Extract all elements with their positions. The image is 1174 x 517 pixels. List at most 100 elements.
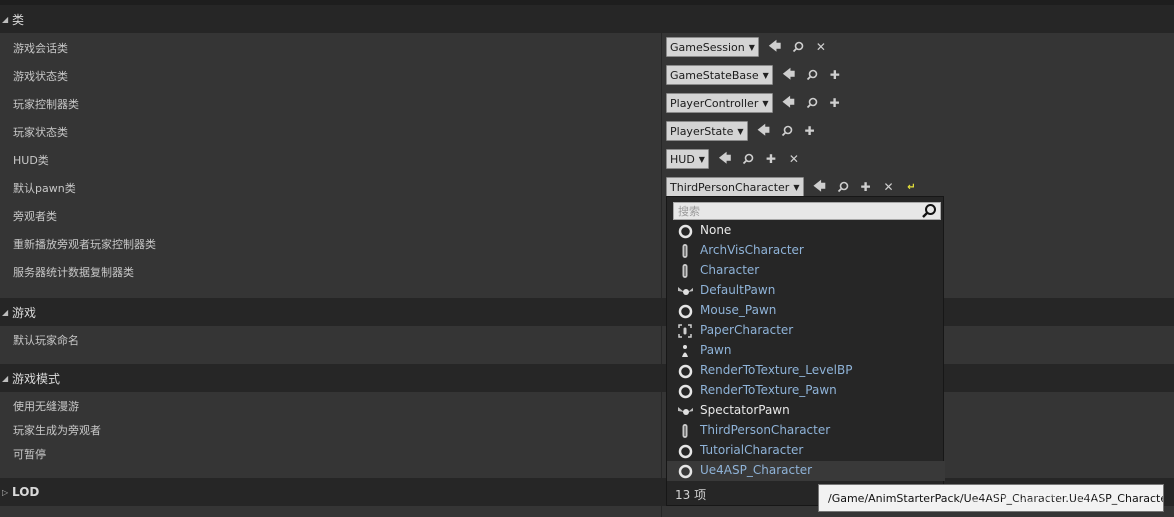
section-game-mode[interactable]: ◢ 游戏模式: [0, 364, 1174, 392]
item-label: ThirdPersonCharacter: [700, 423, 831, 437]
row-label: 可暂停: [13, 448, 46, 461]
list-item[interactable]: Pawn: [667, 341, 945, 361]
section-title: LOD: [12, 485, 40, 499]
pawn-wings-icon: [677, 403, 693, 419]
watermark: CSDN @Growthnotes: [970, 491, 1108, 506]
circle-icon: [677, 463, 693, 479]
list-item[interactable]: Ue4ASP_Character: [667, 461, 945, 481]
list-item[interactable]: ArchVisCharacter: [667, 241, 945, 261]
row-default-player-name: 默认玩家命名: [0, 325, 1174, 353]
add-icon[interactable]: ✚: [803, 124, 817, 138]
circle-icon: [677, 363, 693, 379]
row-default-pawn: 默认pawn类 ThirdPersonCharacter ▼ 🡄 ✚ ✕ ↵: [0, 173, 1174, 201]
collapse-triangle-icon[interactable]: ◢: [2, 15, 12, 24]
expand-triangle-icon[interactable]: ▷: [2, 488, 12, 497]
browse-icon[interactable]: [791, 40, 805, 54]
class-combo[interactable]: HUD ▼: [666, 149, 709, 169]
use-selected-icon[interactable]: 🡄: [757, 123, 771, 138]
use-selected-icon[interactable]: 🡄: [782, 67, 796, 82]
use-selected-icon[interactable]: 🡄: [782, 95, 796, 110]
row-label: 玩家控制器类: [13, 98, 79, 111]
class-list: None ArchVisCharacter Character DefaultP…: [667, 221, 945, 481]
class-combo[interactable]: GameStateBase ▼: [666, 65, 773, 85]
row-server-stat: 服务器统计数据复制器类: [0, 257, 1174, 285]
browse-icon[interactable]: [805, 68, 819, 82]
use-selected-icon[interactable]: 🡄: [813, 179, 827, 194]
browse-icon[interactable]: [741, 152, 755, 166]
item-label: Pawn: [700, 343, 732, 357]
row-label: 使用无缝漫游: [13, 400, 79, 413]
section-title: 游戏模式: [12, 371, 61, 386]
list-item[interactable]: RenderToTexture_LevelBP: [667, 361, 945, 381]
pawn-icon: [677, 343, 693, 359]
search-box[interactable]: [673, 202, 941, 220]
circle-icon: [677, 443, 693, 459]
dropdown-arrow-icon: ▼: [762, 98, 769, 108]
add-icon[interactable]: ✚: [859, 180, 873, 194]
list-item[interactable]: DefaultPawn: [667, 281, 945, 301]
circle-icon: [677, 303, 693, 319]
row-player-controller: 玩家控制器类 PlayerController ▼ 🡄 ✚: [0, 89, 1174, 117]
collapse-triangle-icon[interactable]: ◢: [2, 308, 12, 317]
row-game-session: 游戏会话类 GameSession ▼ 🡄 ✕: [0, 33, 1174, 61]
section-classes[interactable]: ◢ 类: [0, 5, 1174, 33]
row-label: 玩家生成为旁观者: [13, 424, 101, 437]
class-combo[interactable]: GameSession ▼: [666, 37, 759, 57]
row-label: 重新播放旁观者玩家控制器类: [13, 238, 156, 251]
item-label: ArchVisCharacter: [700, 243, 804, 257]
dropdown-arrow-icon: ▼: [737, 126, 744, 136]
circle-icon: [677, 383, 693, 399]
dropdown-arrow-icon: ▼: [793, 182, 800, 192]
paper-character-icon: [677, 323, 693, 339]
clear-icon[interactable]: ✕: [882, 180, 896, 194]
dropdown-arrow-icon: ▼: [698, 154, 705, 164]
circle-icon: [677, 223, 693, 239]
clear-icon[interactable]: ✕: [787, 152, 801, 166]
list-item[interactable]: Mouse_Pawn: [667, 301, 945, 321]
row-replay-spectator: 重新播放旁观者玩家控制器类: [0, 229, 1174, 257]
character-icon: [677, 243, 693, 259]
list-item[interactable]: PaperCharacter: [667, 321, 945, 341]
row-hud: HUD类 HUD ▼ 🡄 ✚ ✕: [0, 145, 1174, 173]
details-panel: ◢ 类 游戏会话类 GameSession ▼ 🡄 ✕ 游戏状态类 GameSta…: [0, 0, 1174, 517]
row-label: 服务器统计数据复制器类: [13, 266, 134, 279]
section-title: 游戏: [12, 305, 37, 320]
section-title: 类: [12, 12, 25, 27]
add-icon[interactable]: ✚: [828, 68, 842, 82]
list-item[interactable]: SpectatorPawn: [667, 401, 945, 421]
list-item[interactable]: TutorialCharacter: [667, 441, 945, 461]
add-icon[interactable]: ✚: [828, 96, 842, 110]
list-item[interactable]: ThirdPersonCharacter: [667, 421, 945, 441]
use-selected-icon[interactable]: 🡄: [768, 39, 782, 54]
class-combo[interactable]: PlayerController ▼: [666, 93, 773, 113]
row-label: 默认pawn类: [13, 182, 76, 195]
collapse-triangle-icon[interactable]: ◢: [2, 374, 12, 383]
item-count: 13 项: [675, 488, 707, 502]
list-item[interactable]: Character: [667, 261, 945, 281]
combo-value: PlayerController: [670, 96, 759, 110]
section-game[interactable]: ◢ 游戏: [0, 298, 1174, 326]
combo-value: ThirdPersonCharacter: [670, 180, 790, 194]
dropdown-arrow-icon: ▼: [762, 70, 769, 80]
list-item[interactable]: RenderToTexture_Pawn: [667, 381, 945, 401]
item-label: Character: [700, 263, 760, 277]
class-combo[interactable]: PlayerState ▼: [666, 121, 748, 141]
item-label: PaperCharacter: [700, 323, 794, 337]
browse-icon[interactable]: [836, 180, 850, 194]
item-label: None: [700, 223, 732, 237]
character-icon: [677, 263, 693, 279]
browse-icon[interactable]: [805, 96, 819, 110]
class-combo[interactable]: ThirdPersonCharacter ▼: [666, 177, 804, 197]
use-selected-icon[interactable]: 🡄: [718, 151, 732, 166]
row-label: 游戏状态类: [13, 70, 68, 83]
clear-icon[interactable]: ✕: [814, 40, 828, 54]
add-icon[interactable]: ✚: [764, 152, 778, 166]
browse-icon[interactable]: [780, 124, 794, 138]
pawn-wings-icon: [677, 283, 693, 299]
combo-value: HUD: [670, 152, 695, 166]
search-input[interactable]: [678, 204, 918, 219]
item-label: TutorialCharacter: [700, 443, 804, 457]
combo-value: GameSession: [670, 40, 745, 54]
list-item[interactable]: None: [667, 221, 945, 241]
reset-to-default-icon[interactable]: ↵: [905, 180, 919, 194]
